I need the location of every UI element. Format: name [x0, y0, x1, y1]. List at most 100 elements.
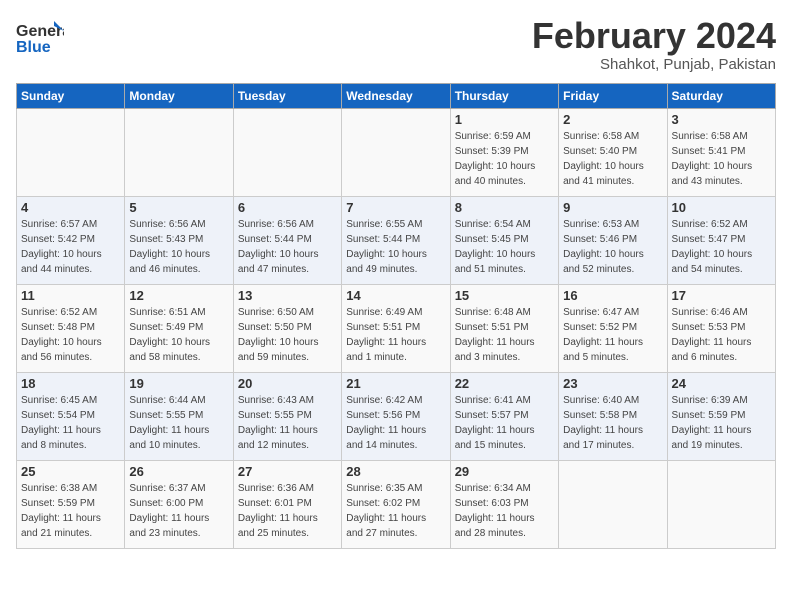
week-row-5: 25 Sunrise: 6:38 AM Sunset: 5:59 PM Dayli… [17, 460, 776, 548]
day-info: Sunrise: 6:58 AM Sunset: 5:40 PM Dayligh… [563, 129, 662, 189]
calendar-cell: 24 Sunrise: 6:39 AM Sunset: 5:59 PM Dayli… [667, 372, 775, 460]
calendar-cell [125, 108, 233, 196]
logo-icon: General Blue [16, 16, 64, 56]
calendar-cell: 22 Sunrise: 6:41 AM Sunset: 5:57 PM Dayli… [450, 372, 558, 460]
svg-text:Blue: Blue [16, 39, 51, 56]
day-info: Sunrise: 6:54 AM Sunset: 5:45 PM Dayligh… [455, 217, 554, 277]
day-number: 16 [563, 288, 662, 303]
column-header-friday: Friday [559, 83, 667, 108]
day-number: 28 [346, 464, 445, 479]
day-info: Sunrise: 6:56 AM Sunset: 5:43 PM Dayligh… [129, 217, 228, 277]
day-info: Sunrise: 6:36 AM Sunset: 6:01 PM Dayligh… [238, 481, 337, 541]
day-info: Sunrise: 6:51 AM Sunset: 5:49 PM Dayligh… [129, 305, 228, 365]
day-number: 22 [455, 376, 554, 391]
calendar-cell: 12Sunrise: 6:51 AM Sunset: 5:49 PM Dayli… [125, 284, 233, 372]
calendar-cell: 21Sunrise: 6:42 AM Sunset: 5:56 PM Dayli… [342, 372, 450, 460]
calendar-cell: 20 Sunrise: 6:43 AM Sunset: 5:55 PM Dayli… [233, 372, 341, 460]
calendar-cell: 19Sunrise: 6:44 AM Sunset: 5:55 PM Dayli… [125, 372, 233, 460]
logo: General Blue [16, 16, 64, 56]
calendar-cell: 1 Sunrise: 6:59 AM Sunset: 5:39 PM Daylig… [450, 108, 558, 196]
day-number: 15 [455, 288, 554, 303]
calendar-cell [559, 460, 667, 548]
calendar-cell: 27Sunrise: 6:36 AM Sunset: 6:01 PM Dayli… [233, 460, 341, 548]
day-info: Sunrise: 6:52 AM Sunset: 5:48 PM Dayligh… [21, 305, 120, 365]
day-info: Sunrise: 6:48 AM Sunset: 5:51 PM Dayligh… [455, 305, 554, 365]
calendar-cell: 26Sunrise: 6:37 AM Sunset: 6:00 PM Dayli… [125, 460, 233, 548]
calendar-cell: 9 Sunrise: 6:53 AM Sunset: 5:46 PM Daylig… [559, 196, 667, 284]
day-number: 24 [672, 376, 771, 391]
day-info: Sunrise: 6:42 AM Sunset: 5:56 PM Dayligh… [346, 393, 445, 453]
calendar-cell: 16 Sunrise: 6:47 AM Sunset: 5:52 PM Dayli… [559, 284, 667, 372]
day-info: Sunrise: 6:38 AM Sunset: 5:59 PM Dayligh… [21, 481, 120, 541]
day-number: 11 [21, 288, 120, 303]
week-row-4: 18 Sunrise: 6:45 AM Sunset: 5:54 PM Dayli… [17, 372, 776, 460]
calendar-cell [17, 108, 125, 196]
day-info: Sunrise: 6:46 AM Sunset: 5:53 PM Dayligh… [672, 305, 771, 365]
calendar-cell: 28 Sunrise: 6:35 AM Sunset: 6:02 PM Dayli… [342, 460, 450, 548]
calendar-cell: 18 Sunrise: 6:45 AM Sunset: 5:54 PM Dayli… [17, 372, 125, 460]
day-number: 13 [238, 288, 337, 303]
day-number: 18 [21, 376, 120, 391]
column-header-thursday: Thursday [450, 83, 558, 108]
page-header: General Blue February 2024 Shahkot, Punj… [16, 16, 776, 73]
day-info: Sunrise: 6:40 AM Sunset: 5:58 PM Dayligh… [563, 393, 662, 453]
column-header-wednesday: Wednesday [342, 83, 450, 108]
title-area: February 2024 Shahkot, Punjab, Pakistan [532, 16, 776, 73]
day-info: Sunrise: 6:52 AM Sunset: 5:47 PM Dayligh… [672, 217, 771, 277]
day-number: 7 [346, 200, 445, 215]
day-number: 23 [563, 376, 662, 391]
calendar-cell: 5Sunrise: 6:56 AM Sunset: 5:43 PM Daylig… [125, 196, 233, 284]
day-info: Sunrise: 6:41 AM Sunset: 5:57 PM Dayligh… [455, 393, 554, 453]
day-number: 26 [129, 464, 228, 479]
day-number: 19 [129, 376, 228, 391]
calendar-cell: 8 Sunrise: 6:54 AM Sunset: 5:45 PM Daylig… [450, 196, 558, 284]
calendar-cell: 25 Sunrise: 6:38 AM Sunset: 5:59 PM Dayli… [17, 460, 125, 548]
day-number: 14 [346, 288, 445, 303]
day-number: 25 [21, 464, 120, 479]
calendar-cell: 23 Sunrise: 6:40 AM Sunset: 5:58 PM Dayli… [559, 372, 667, 460]
day-info: Sunrise: 6:43 AM Sunset: 5:55 PM Dayligh… [238, 393, 337, 453]
day-number: 2 [563, 112, 662, 127]
day-number: 9 [563, 200, 662, 215]
day-number: 6 [238, 200, 337, 215]
column-header-saturday: Saturday [667, 83, 775, 108]
day-info: Sunrise: 6:39 AM Sunset: 5:59 PM Dayligh… [672, 393, 771, 453]
day-number: 1 [455, 112, 554, 127]
day-info: Sunrise: 6:58 AM Sunset: 5:41 PM Dayligh… [672, 129, 771, 189]
week-row-1: 1 Sunrise: 6:59 AM Sunset: 5:39 PM Daylig… [17, 108, 776, 196]
column-header-sunday: Sunday [17, 83, 125, 108]
month-title: February 2024 [532, 16, 776, 56]
day-info: Sunrise: 6:34 AM Sunset: 6:03 PM Dayligh… [455, 481, 554, 541]
calendar-cell: 3Sunrise: 6:58 AM Sunset: 5:41 PM Daylig… [667, 108, 775, 196]
calendar-header-row: SundayMondayTuesdayWednesdayThursdayFrid… [17, 83, 776, 108]
day-info: Sunrise: 6:57 AM Sunset: 5:42 PM Dayligh… [21, 217, 120, 277]
calendar-cell: 29 Sunrise: 6:34 AM Sunset: 6:03 PM Dayli… [450, 460, 558, 548]
calendar-cell: 11 Sunrise: 6:52 AM Sunset: 5:48 PM Dayli… [17, 284, 125, 372]
week-row-3: 11 Sunrise: 6:52 AM Sunset: 5:48 PM Dayli… [17, 284, 776, 372]
calendar-table: SundayMondayTuesdayWednesdayThursdayFrid… [16, 83, 776, 549]
day-number: 17 [672, 288, 771, 303]
calendar-cell [342, 108, 450, 196]
calendar-cell: 6Sunrise: 6:56 AM Sunset: 5:44 PM Daylig… [233, 196, 341, 284]
column-header-monday: Monday [125, 83, 233, 108]
calendar-body: 1 Sunrise: 6:59 AM Sunset: 5:39 PM Daylig… [17, 108, 776, 548]
day-info: Sunrise: 6:55 AM Sunset: 5:44 PM Dayligh… [346, 217, 445, 277]
calendar-cell: 14Sunrise: 6:49 AM Sunset: 5:51 PM Dayli… [342, 284, 450, 372]
location-subtitle: Shahkot, Punjab, Pakistan [532, 56, 776, 73]
calendar-cell: 2 Sunrise: 6:58 AM Sunset: 5:40 PM Daylig… [559, 108, 667, 196]
calendar-cell: 4Sunrise: 6:57 AM Sunset: 5:42 PM Daylig… [17, 196, 125, 284]
calendar-cell [667, 460, 775, 548]
day-info: Sunrise: 6:35 AM Sunset: 6:02 PM Dayligh… [346, 481, 445, 541]
day-number: 8 [455, 200, 554, 215]
calendar-cell: 17 Sunrise: 6:46 AM Sunset: 5:53 PM Dayli… [667, 284, 775, 372]
calendar-cell: 13Sunrise: 6:50 AM Sunset: 5:50 PM Dayli… [233, 284, 341, 372]
calendar-cell: 7 Sunrise: 6:55 AM Sunset: 5:44 PM Daylig… [342, 196, 450, 284]
day-number: 10 [672, 200, 771, 215]
day-info: Sunrise: 6:59 AM Sunset: 5:39 PM Dayligh… [455, 129, 554, 189]
day-info: Sunrise: 6:47 AM Sunset: 5:52 PM Dayligh… [563, 305, 662, 365]
day-number: 29 [455, 464, 554, 479]
day-info: Sunrise: 6:45 AM Sunset: 5:54 PM Dayligh… [21, 393, 120, 453]
day-number: 20 [238, 376, 337, 391]
calendar-cell [233, 108, 341, 196]
day-info: Sunrise: 6:53 AM Sunset: 5:46 PM Dayligh… [563, 217, 662, 277]
